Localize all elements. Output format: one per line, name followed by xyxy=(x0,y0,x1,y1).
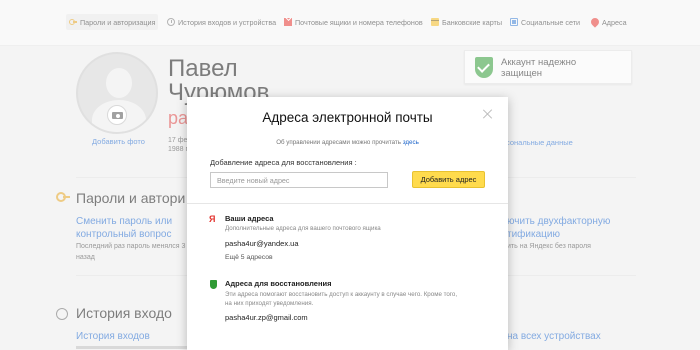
more-addresses-link[interactable]: Ещё 5 адресов xyxy=(225,254,273,261)
email-addresses-modal: Адреса электронной почты Об управлении а… xyxy=(187,97,508,350)
shield-icon xyxy=(210,280,217,289)
close-icon[interactable] xyxy=(483,109,493,119)
add-address-button[interactable]: Добавить адрес xyxy=(412,171,485,188)
recovery-description-line-2: на них приходят уведомления. xyxy=(225,300,314,307)
info-text-body: Об управлении адресами можно прочитать xyxy=(276,139,401,146)
recovery-description-line-1: Эти адреса помогают восстановить доступ … xyxy=(225,291,458,298)
your-addresses-title: Ваши адреса xyxy=(225,214,274,223)
info-here-link[interactable]: здесь xyxy=(403,139,419,146)
info-text: Об управлении адресами можно прочитать з… xyxy=(187,139,508,146)
modal-divider xyxy=(187,203,508,204)
modal-title: Адреса электронной почты xyxy=(262,110,433,125)
your-addresses-description: Дополнительные адреса для вашего почтово… xyxy=(225,225,381,232)
yandex-logo-icon: Я xyxy=(209,214,216,224)
recovery-email-address: pasha4ur.zp@gmail.com xyxy=(225,313,308,322)
recovery-addresses-title: Адреса для восстановления xyxy=(225,279,332,288)
new-address-input[interactable] xyxy=(210,172,388,188)
add-recovery-label: Добавление адреса для восстановления : xyxy=(210,158,357,167)
your-email-address: pasha4ur@yandex.ua xyxy=(225,239,299,248)
